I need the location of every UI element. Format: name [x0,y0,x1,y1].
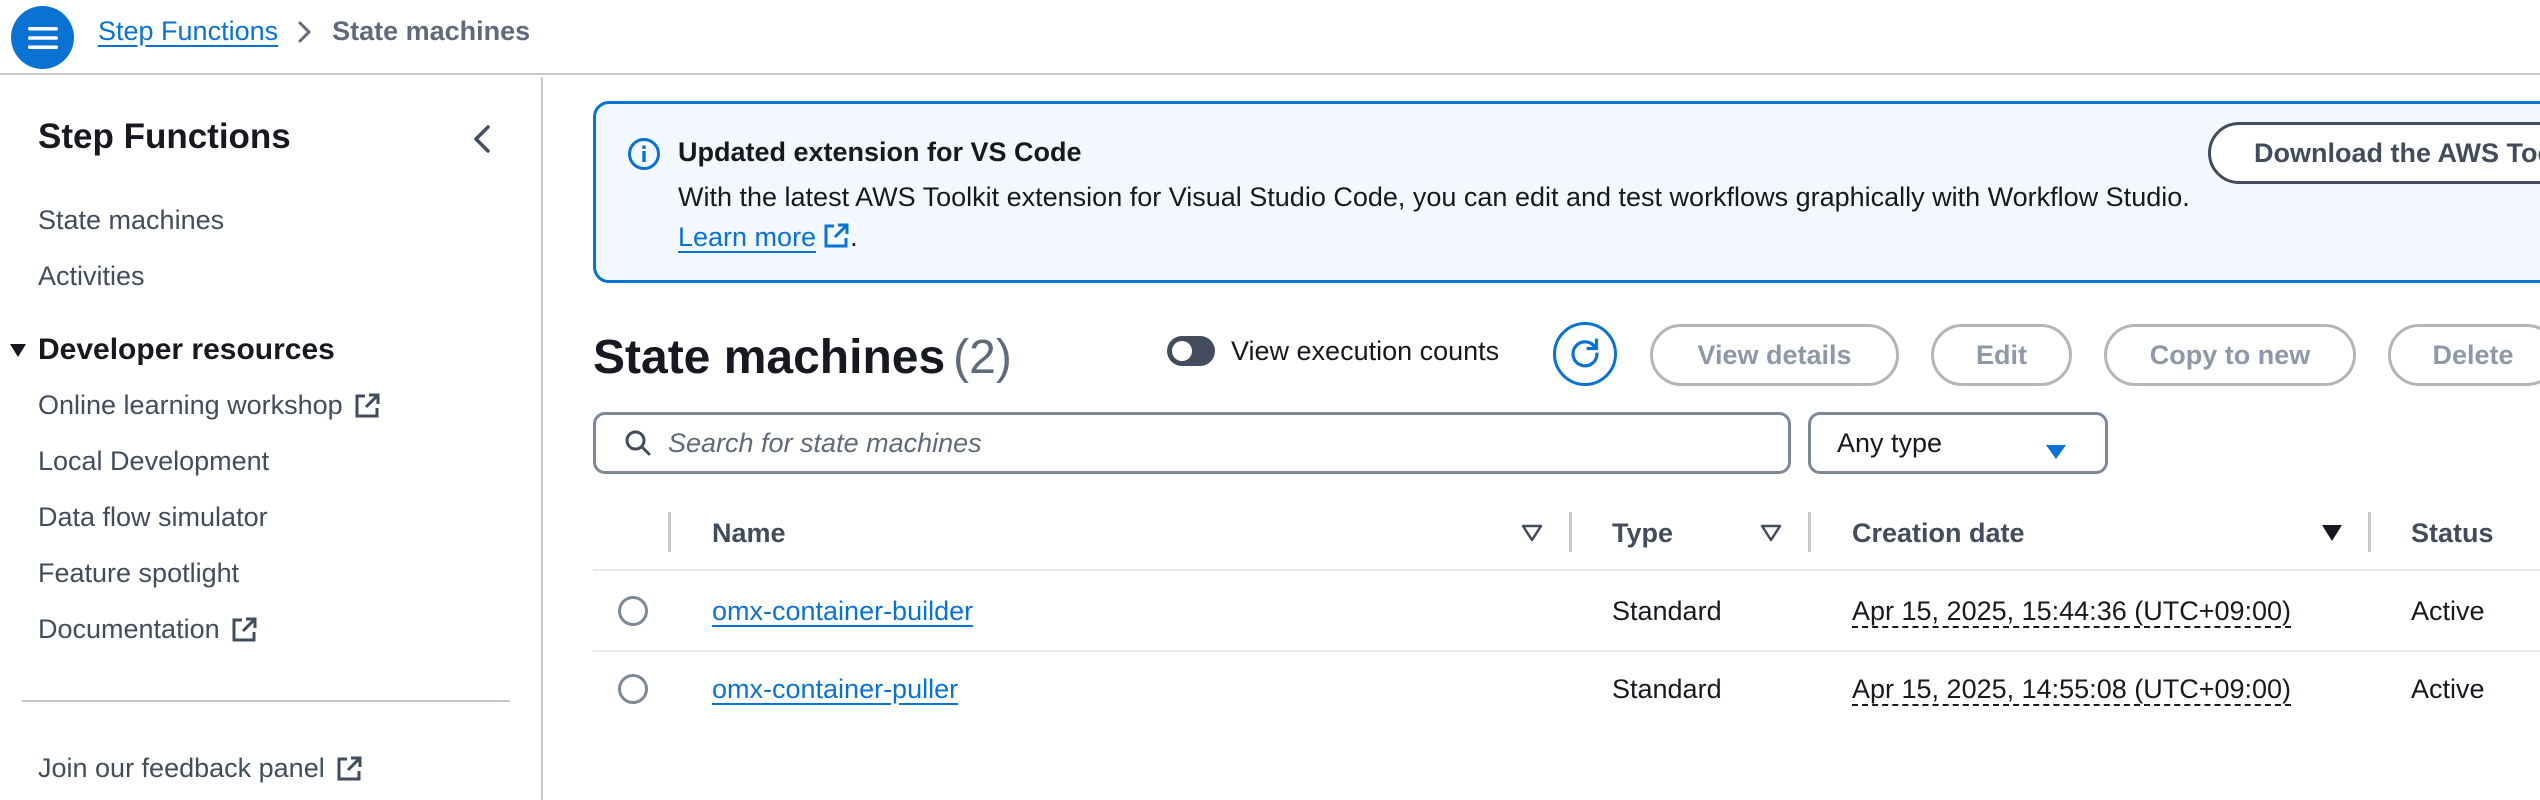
external-link-icon [230,616,258,644]
breadcrumb-current: State machines [332,16,531,46]
table-row-name: omx-container-builder [712,596,973,627]
search-field[interactable] [593,412,1791,474]
sidebar-item-label: Activities [38,261,145,291]
type-filter-select[interactable]: Any type [1808,412,2108,474]
search-icon [624,429,652,457]
external-link-icon [353,392,381,420]
info-banner: Updated extension for VS Code With the l… [593,101,2540,283]
table-row-name: omx-container-puller [712,674,958,705]
table-row-type: Standard [1612,674,1722,704]
sort-icon[interactable] [1521,524,1543,547]
creation-date-value: Apr 15, 2025, 14:55:08 (UTC+09:00) [1852,674,2292,706]
sidebar-section-title: Developer resources [38,333,335,366]
toggle-label: View execution counts [1231,336,1500,366]
sidebar-section-developer-resources[interactable]: Developer resources [0,333,335,367]
refresh-icon [1571,338,1599,368]
banner-title: Updated extension for VS Code [678,137,1082,167]
banner-trailing-punctuation: . [850,222,858,252]
sort-descending-icon[interactable] [2321,524,2343,547]
external-link-icon [335,755,363,783]
page-title-text: State machines [593,331,946,384]
table-row-status: Active [2411,596,2485,626]
column-header-creation-date[interactable]: Creation date [1852,518,2025,549]
column-header-name[interactable]: Name [712,518,786,549]
table-row-creation-date: Apr 15, 2025, 15:44:36 (UTC+09:00) [1852,596,2292,628]
sidebar-item-label: Feature spotlight [38,558,240,588]
menu-button[interactable] [11,6,74,69]
hamburger-menu-icon [27,26,58,49]
table-row-status: Active [2411,674,2485,704]
sidebar-divider [22,700,510,702]
breadcrumb-step-functions-link[interactable]: Step Functions [98,16,278,47]
copy-to-new-button[interactable]: Copy to new [2104,324,2356,386]
state-machine-link[interactable]: omx-container-builder [712,596,973,626]
sidebar-item-data-flow-simulator[interactable]: Data flow simulator [38,502,268,533]
page-title: State machines (2) [593,330,1012,385]
sidebar-collapse-button[interactable] [466,119,498,159]
sidebar-item-label: State machines [38,205,225,235]
sidebar-item-label: Data flow simulator [38,502,268,532]
sidebar-item-label: Documentation [38,614,220,644]
column-divider [668,512,671,552]
type-filter-value: Any type [1837,427,1943,458]
table-row-type: Standard [1612,596,1722,626]
table-row-divider [593,650,2540,652]
caret-down-icon [2045,437,2067,468]
sidebar-item-feature-spotlight[interactable]: Feature spotlight [38,558,239,589]
sidebar-item-documentation[interactable]: Documentation [38,614,258,645]
chevron-left-icon [474,125,490,153]
table-header-divider [593,569,2540,571]
sidebar-item-local-development[interactable]: Local Development [38,446,269,477]
column-header-status[interactable]: Status [2411,518,2494,549]
breadcrumb: Step Functions State machines [98,16,530,47]
learn-more-label: Learn more [678,222,817,252]
view-execution-counts-toggle[interactable] [1167,336,1215,366]
row-select-radio[interactable] [618,596,648,626]
column-divider [1569,512,1572,552]
page-title-count: (2) [953,331,1012,384]
top-navigation-bar: Step Functions State machines [0,0,2540,75]
caret-down-icon [0,342,36,358]
sidebar-item-state-machines[interactable]: State machines [38,205,224,236]
table-row-creation-date: Apr 15, 2025, 14:55:08 (UTC+09:00) [1852,674,2292,706]
banner-body: With the latest AWS Toolkit extension fo… [678,182,2190,212]
column-divider [2368,512,2371,552]
external-link-icon [822,221,850,261]
sidebar-item-label: Join our feedback panel [38,753,325,783]
sidebar-item-online-learning-workshop[interactable]: Online learning workshop [38,390,381,421]
sort-icon[interactable] [1760,524,1782,547]
download-toolkit-button[interactable]: Download the AWS Toolkit [2208,122,2540,184]
banner-text: With the latest AWS Toolkit extension fo… [678,177,2238,261]
state-machine-link[interactable]: omx-container-puller [712,674,958,704]
creation-date-value: Apr 15, 2025, 15:44:36 (UTC+09:00) [1852,596,2292,628]
toggle-knob [1172,341,1192,361]
column-header-type[interactable]: Type [1612,518,1673,549]
chevron-right-icon [298,21,312,43]
column-divider [1808,512,1811,552]
sidebar-title: Step Functions [38,117,291,156]
sidebar-item-activities[interactable]: Activities [38,261,145,292]
edit-button[interactable]: Edit [1931,324,2072,386]
search-input[interactable] [668,427,1748,459]
sidebar-item-label: Local Development [38,446,270,476]
sidebar-item-label: Online learning workshop [38,390,343,420]
refresh-button[interactable] [1553,322,1617,386]
view-details-button[interactable]: View details [1650,324,1899,386]
row-select-radio[interactable] [618,674,648,704]
sidebar-item-feedback-panel[interactable]: Join our feedback panel [38,753,363,784]
learn-more-link[interactable]: Learn more [678,222,850,252]
sidebar: Step Functions State machines Activities… [0,77,543,800]
delete-button[interactable]: Delete [2388,324,2540,386]
info-icon [627,137,661,176]
